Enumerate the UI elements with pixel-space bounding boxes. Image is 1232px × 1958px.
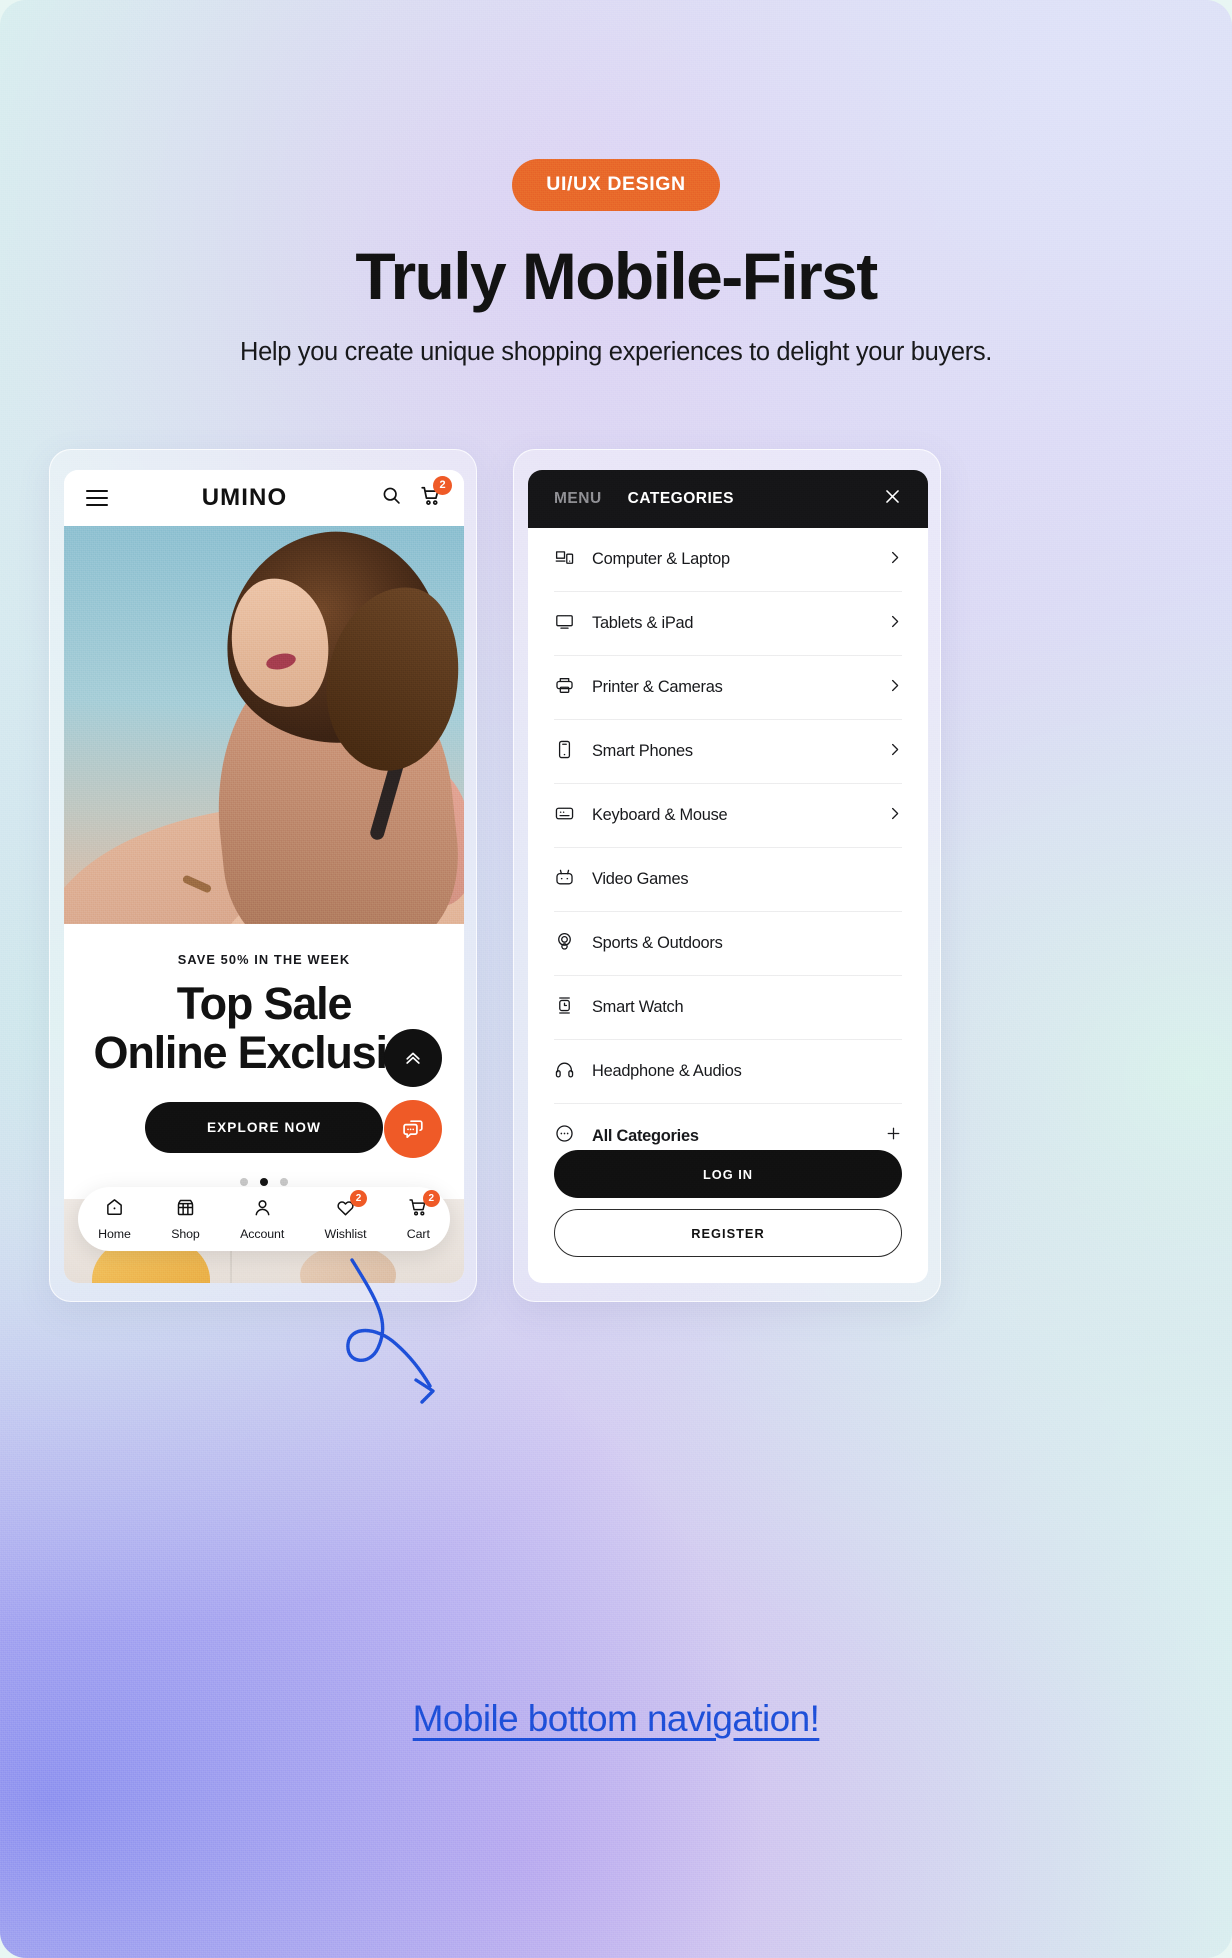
scroll-to-top-button[interactable] xyxy=(384,1029,442,1087)
home-icon xyxy=(104,1197,125,1223)
category-item-tablets-ipad[interactable]: Tablets & iPad xyxy=(554,592,902,656)
chevron-right-icon xyxy=(887,678,902,698)
category-item-printer-cameras[interactable]: Printer & Cameras xyxy=(554,656,902,720)
sale-title-line1: Top Sale xyxy=(176,978,353,1029)
chevron-right-icon xyxy=(887,742,902,762)
carousel-dot[interactable] xyxy=(240,1178,248,1187)
nav-label: Wishlist xyxy=(324,1227,367,1241)
nav-item-wishlist[interactable]: 2 Wishlist xyxy=(324,1190,367,1241)
register-button[interactable]: REGISTER xyxy=(554,1209,902,1257)
smartphone-icon xyxy=(554,739,575,765)
nav-label: Cart xyxy=(406,1227,430,1241)
computer-laptop-icon xyxy=(554,547,575,573)
nav-item-shop[interactable]: Shop xyxy=(171,1197,200,1241)
hamburger-icon[interactable] xyxy=(86,489,108,507)
category-label: Smart Phones xyxy=(592,742,693,760)
category-label: All Categories xyxy=(592,1126,699,1145)
tablet-icon xyxy=(554,611,575,637)
smartwatch-icon xyxy=(554,995,575,1021)
close-icon[interactable] xyxy=(883,487,902,511)
page-title: Truly Mobile-First xyxy=(355,239,878,313)
category-item-smart-watch[interactable]: Smart Watch xyxy=(554,976,902,1040)
tab-categories[interactable]: CATEGORIES xyxy=(628,490,734,508)
game-controller-icon xyxy=(554,867,575,893)
headphone-icon xyxy=(554,1059,575,1085)
carousel-dot-active[interactable] xyxy=(260,1178,268,1187)
category-label: Headphone & Audios xyxy=(592,1062,742,1080)
phone-screen-menu: MENU CATEGORIES Computer & Laptop Tablet… xyxy=(528,470,928,1283)
sale-kicker: SAVE 50% IN THE WEEK xyxy=(177,952,351,967)
curved-arrow-icon xyxy=(346,1258,435,1404)
tab-menu[interactable]: MENU xyxy=(554,490,602,508)
app-bar-actions: 2 xyxy=(381,475,452,512)
category-label: Smart Watch xyxy=(592,998,684,1016)
wishlist-count-badge: 2 xyxy=(349,1190,367,1207)
category-label: Tablets & iPad xyxy=(592,614,694,632)
phone-screen-home: UMINO 2 SAVE 50% IN THE WEEK Top Sale On… xyxy=(64,470,464,1283)
menu-tab-bar: MENU CATEGORIES xyxy=(528,470,928,528)
category-item-smart-phones[interactable]: Smart Phones xyxy=(554,720,902,784)
category-label: Sports & Outdoors xyxy=(592,934,723,952)
login-button[interactable]: LOG IN xyxy=(554,1150,902,1198)
brand-logo: UMINO xyxy=(201,484,288,511)
auth-buttons: LOG IN REGISTER xyxy=(554,1150,902,1257)
nav-label: Shop xyxy=(171,1227,200,1241)
cart-icon: 2 xyxy=(408,1190,440,1223)
category-label: Printer & Cameras xyxy=(592,678,723,696)
sports-icon xyxy=(554,931,575,957)
carousel-dot[interactable] xyxy=(280,1178,288,1187)
chevron-right-icon xyxy=(887,614,902,634)
category-item-keyboard-mouse[interactable]: Keyboard & Mouse xyxy=(554,784,902,848)
shop-icon xyxy=(175,1197,196,1223)
nav-label: Account xyxy=(240,1227,285,1241)
nav-label: Home xyxy=(98,1227,131,1241)
page-header: UI/UX DESIGN Truly Mobile-First Help you… xyxy=(0,0,1232,367)
bottom-navigation-bar: Home Shop Account 2 Wishlist 2 Cart xyxy=(78,1187,450,1251)
category-label: Keyboard & Mouse xyxy=(592,806,728,824)
heart-icon: 2 xyxy=(335,1190,367,1223)
carousel-dots[interactable] xyxy=(64,1178,464,1187)
phone-mockup-card-home: UMINO 2 SAVE 50% IN THE WEEK Top Sale On… xyxy=(49,449,477,1302)
category-item-computer-laptop[interactable]: Computer & Laptop xyxy=(554,528,902,592)
category-item-headphone-audios[interactable]: Headphone & Audios xyxy=(554,1040,902,1104)
app-bar: UMINO 2 xyxy=(64,470,464,526)
plus-icon[interactable] xyxy=(885,1125,902,1147)
page-background: UI/UX DESIGN Truly Mobile-First Help you… xyxy=(0,0,1232,1958)
category-list: Computer & Laptop Tablets & iPad Printer… xyxy=(528,528,928,1168)
phone-mockup-card-menu: MENU CATEGORIES Computer & Laptop Tablet… xyxy=(513,449,941,1302)
cart-count-badge: 2 xyxy=(433,475,452,495)
cart-count-badge: 2 xyxy=(422,1190,440,1207)
user-icon xyxy=(252,1197,273,1223)
category-item-sports-outdoors[interactable]: Sports & Outdoors xyxy=(554,912,902,976)
explore-now-button[interactable]: EXPLORE NOW xyxy=(145,1102,383,1154)
annotation-text[interactable]: Mobile bottom navigation! xyxy=(0,1698,1232,1740)
nav-item-cart[interactable]: 2 Cart xyxy=(406,1190,440,1241)
keyboard-icon xyxy=(554,803,575,829)
search-icon[interactable] xyxy=(381,485,402,511)
category-label: Video Games xyxy=(592,870,689,888)
printer-icon xyxy=(554,675,575,701)
hero-banner-image xyxy=(64,526,464,924)
chevron-right-icon xyxy=(887,550,902,570)
chat-bubble-button[interactable] xyxy=(384,1100,442,1158)
nav-item-home[interactable]: Home xyxy=(98,1197,131,1241)
section-badge: UI/UX DESIGN xyxy=(512,159,720,211)
ellipsis-circle-icon xyxy=(554,1123,575,1149)
category-label: Computer & Laptop xyxy=(592,550,730,568)
chevron-right-icon xyxy=(887,806,902,826)
nav-item-account[interactable]: Account xyxy=(240,1197,284,1241)
cart-icon[interactable]: 2 xyxy=(420,475,452,512)
page-subtitle: Help you create unique shopping experien… xyxy=(240,338,992,366)
category-item-video-games[interactable]: Video Games xyxy=(554,848,902,912)
